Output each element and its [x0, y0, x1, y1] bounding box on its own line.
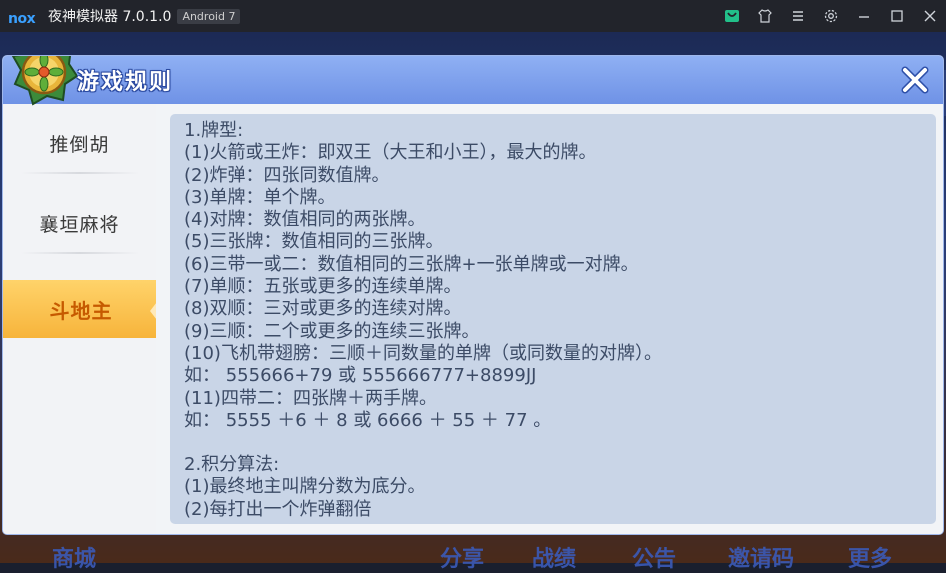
rule-line: (1)火箭或王炸：即双王（大王和小王），最大的牌。 [184, 142, 597, 164]
sidebar-divider [21, 172, 139, 174]
emulator-titlebar: nox 夜神模拟器 7.0.1.0 Android 7 [0, 0, 946, 32]
rules-text: 1.牌型: (1)火箭或王炸：即双王（大王和小王），最大的牌。 (2)炸弹：四张… [170, 114, 936, 521]
section-heading: 2.积分算法: [184, 454, 280, 476]
sidebar-item-xiangyuan-mahjong[interactable]: 襄垣麻将 [3, 192, 156, 254]
rule-line: 如： 555666+79 或 555666777+8899JJ [184, 365, 537, 387]
rule-line: (11)四带二：四张牌＋两手牌。 [184, 387, 437, 409]
rule-line: (8)双顺：三对或更多的连续对牌。 [184, 298, 462, 320]
window-title: 夜神模拟器 7.0.1.0 [48, 9, 172, 25]
settings-gear-icon[interactable] [814, 0, 847, 32]
maximize-icon[interactable] [880, 0, 913, 32]
bg-nav-more[interactable]: 更多 [848, 541, 892, 573]
rule-line: (10)飞机带翅膀：三顺＋同数量的单牌（或同数量的对牌）。 [184, 342, 662, 364]
rule-line: (2)每打出一个炸弹翻倍 [184, 498, 372, 520]
sidebar-item-doudizhu[interactable]: 斗地主 [3, 280, 160, 338]
game-emblem-icon [11, 56, 77, 106]
android-version-badge: Android 7 [177, 8, 241, 24]
rule-line: (5)三张牌：数值相同的三张牌。 [184, 231, 444, 253]
nox-logo: nox [8, 8, 40, 27]
rule-line: (3)单牌：单个牌。 [184, 186, 336, 208]
titlebar-controls [715, 0, 946, 32]
shirt-skin-icon[interactable] [748, 0, 781, 32]
section-heading: 1.牌型: [184, 120, 244, 141]
sidebar-item-label: 推倒胡 [49, 133, 110, 156]
game-rules-dialog: 游戏规则 推倒胡 襄垣麻将 斗地主 1.牌型: (1)火箭或王炸：即双王（大王和… [3, 56, 943, 534]
minimize-icon[interactable] [847, 0, 880, 32]
rule-line: (4)对牌：数值相同的两张牌。 [184, 209, 426, 231]
bg-nav-shop[interactable]: 商城 [52, 541, 96, 573]
bg-nav-share[interactable]: 分享 [440, 541, 484, 573]
rules-text-panel[interactable]: 1.牌型: (1)火箭或王炸：即双王（大王和小王），最大的牌。 (2)炸弹：四张… [170, 114, 936, 524]
store-icon[interactable] [715, 0, 748, 32]
window-close-icon[interactable] [913, 0, 946, 32]
sidebar-divider [21, 252, 139, 254]
rules-sidebar: 推倒胡 襄垣麻将 斗地主 [3, 104, 160, 534]
rule-line: (6)三带一或二：数值相同的三张牌+一张单牌或一对牌。 [184, 253, 639, 275]
close-button[interactable] [899, 64, 931, 96]
close-icon [901, 66, 929, 94]
rule-line: (1)最终地主叫牌分数为底分。 [184, 476, 426, 498]
sidebar-item-label: 襄垣麻将 [39, 213, 120, 236]
rule-line: (2)炸弹：四张同数值牌。 [184, 164, 390, 186]
menu-icon[interactable] [781, 0, 814, 32]
nox-logo-text: nox [8, 11, 36, 27]
rule-line: (7)单顺：五张或更多的连续单牌。 [184, 276, 462, 298]
dialog-header: 游戏规则 [3, 56, 943, 104]
bg-nav-record[interactable]: 战绩 [532, 541, 576, 573]
dialog-title: 游戏规则 [77, 70, 174, 95]
background-bottom-nav: 商城 分享 战绩 公告 邀请码 更多 [0, 533, 946, 572]
rule-line: 如： 5555 ＋6 ＋ 8 或 6666 ＋ 55 ＋ 77 。 [184, 409, 552, 431]
rule-line: (9)三顺：二个或更多的连续三张牌。 [184, 320, 480, 342]
sidebar-item-tuidaohu[interactable]: 推倒胡 [3, 112, 156, 174]
rules-content-area: 1.牌型: (1)火箭或王炸：即双王（大王和小王），最大的牌。 (2)炸弹：四张… [156, 104, 943, 534]
bg-nav-notice[interactable]: 公告 [632, 541, 676, 573]
bg-nav-invite[interactable]: 邀请码 [728, 541, 794, 573]
sidebar-item-label: 斗地主 [49, 298, 113, 323]
